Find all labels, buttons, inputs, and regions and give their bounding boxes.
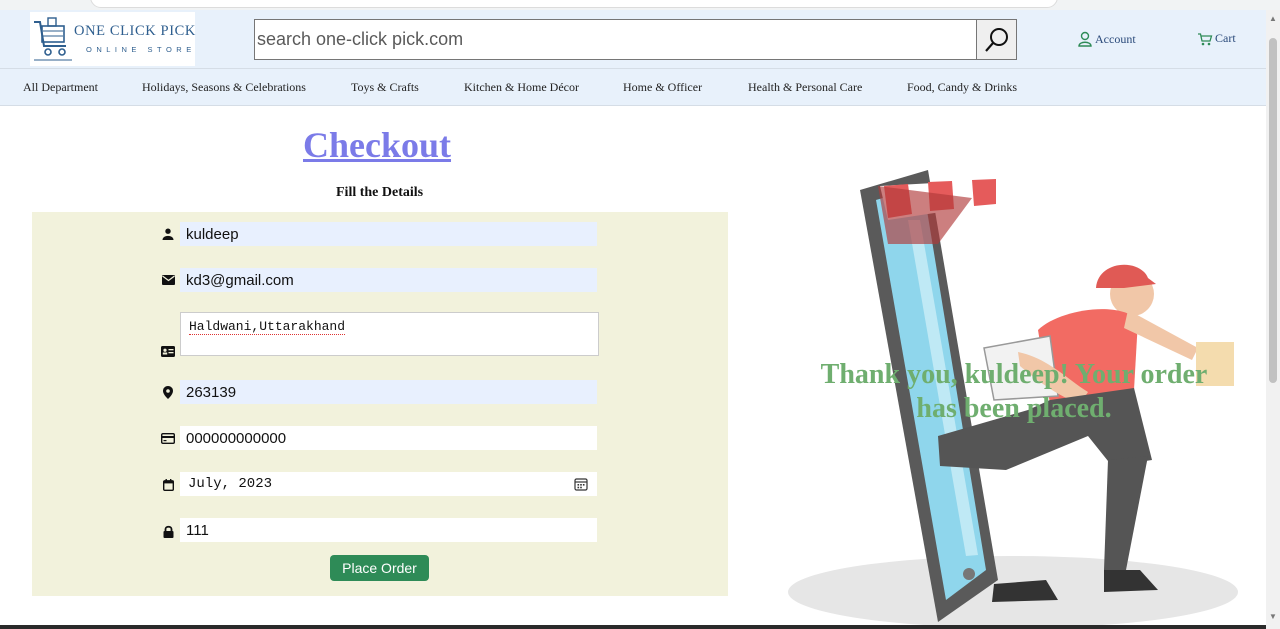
shopping-cart-logo-icon [34, 17, 72, 61]
page-scrollbar[interactable]: ▲ ▼ [1266, 10, 1280, 629]
scroll-up-arrow-icon[interactable]: ▲ [1269, 14, 1277, 23]
card-number-field[interactable] [180, 426, 597, 450]
logo-subtitle: ONLINE STORE [86, 45, 196, 54]
expiry-month-field[interactable] [180, 472, 597, 496]
user-icon [161, 227, 175, 241]
cart-link[interactable]: Cart [1197, 31, 1236, 46]
cvv-field[interactable] [180, 518, 597, 542]
address-textarea[interactable]: Haldwani,Uttarakhand [180, 312, 599, 356]
category-nav: All Department Holidays, Seasons & Celeb… [0, 68, 1266, 106]
order-confirmation-message: Thank you, kuldeep! Your order has been … [820, 359, 1208, 424]
cart-icon [1198, 32, 1213, 45]
search-input[interactable] [255, 20, 976, 59]
envelope-icon [161, 273, 175, 287]
site-header: ONE CLICK PICK ONLINE STORE Account Cart [0, 10, 1266, 68]
cart-label: Cart [1215, 31, 1236, 45]
email-field[interactable] [180, 268, 597, 292]
logo-title: ONE CLICK PICK [74, 23, 196, 39]
location-pin-icon [161, 385, 175, 399]
address-card-icon [161, 344, 175, 358]
taskbar-edge [0, 625, 1266, 629]
nav-item-holidays[interactable]: Holidays, Seasons & Celebrations [142, 80, 306, 95]
search-button[interactable] [976, 19, 1017, 60]
lock-icon [161, 524, 175, 538]
place-order-button[interactable]: Place Order [330, 555, 429, 581]
account-label: Account [1095, 31, 1136, 46]
search-icon [984, 27, 1008, 52]
nav-item-health[interactable]: Health & Personal Care [748, 80, 862, 95]
credit-card-icon [161, 431, 175, 445]
checkout-title[interactable]: Checkout [303, 124, 451, 166]
user-icon [1078, 31, 1092, 47]
nav-item-all-department[interactable]: All Department [23, 80, 98, 95]
nav-item-toys-crafts[interactable]: Toys & Crafts [351, 80, 419, 95]
scroll-down-arrow-icon[interactable]: ▼ [1269, 612, 1277, 621]
nav-item-kitchen-home[interactable]: Kitchen & Home Décor [464, 80, 579, 95]
date-picker-icon[interactable] [574, 477, 588, 491]
form-subtitle: Fill the Details [336, 185, 424, 200]
site-logo[interactable]: ONE CLICK PICK ONLINE STORE [30, 12, 195, 66]
name-field[interactable] [180, 222, 597, 246]
account-link[interactable]: Account [1077, 31, 1136, 47]
nav-item-food[interactable]: Food, Candy & Drinks [907, 80, 1017, 95]
nav-item-home-officer[interactable]: Home & Officer [623, 80, 702, 95]
scroll-thumb[interactable] [1269, 38, 1277, 383]
browser-address-bar[interactable] [90, 0, 1058, 8]
address-value: Haldwani,Uttarakhand [189, 319, 346, 335]
browser-chrome [0, 0, 1280, 10]
calendar-icon [161, 478, 175, 492]
pincode-field[interactable] [180, 380, 597, 404]
search-box [254, 19, 977, 60]
